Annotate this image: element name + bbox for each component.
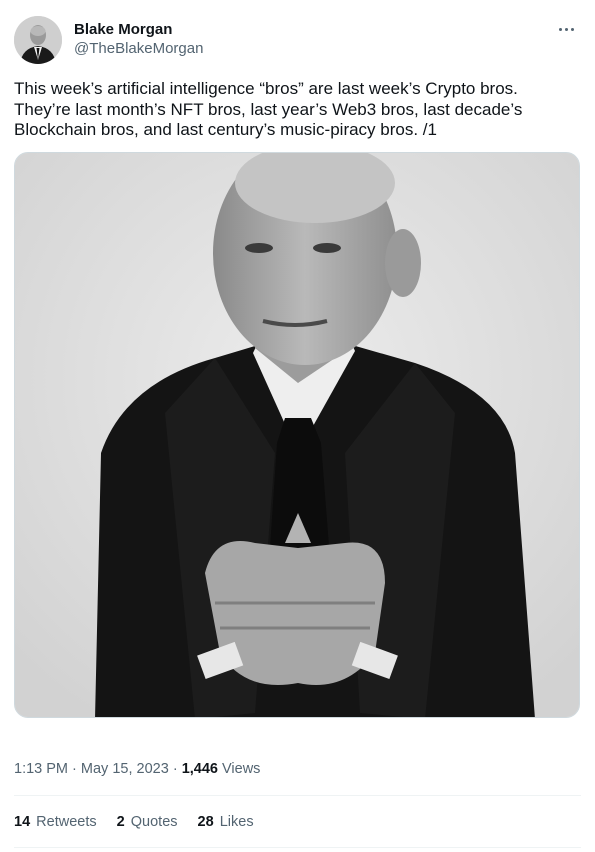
tweet: Blake Morgan @TheBlakeMorgan This week’s… <box>0 0 595 852</box>
avatar[interactable] <box>14 16 62 64</box>
likes-stat[interactable]: 28 Likes <box>198 812 254 832</box>
meta-separator: · <box>72 761 77 777</box>
tweet-time[interactable]: 1:13 PM <box>14 761 68 777</box>
quotes-label: Quotes <box>130 814 178 830</box>
meta-separator: · <box>172 761 178 777</box>
tweet-date[interactable]: May 15, 2023 <box>81 761 169 777</box>
tweet-photo[interactable] <box>14 152 580 718</box>
tweet-text: This week’s artificial intelligence “bro… <box>14 79 523 139</box>
retweets-count: 14 <box>14 814 31 830</box>
likes-label: Likes <box>219 814 254 830</box>
author-names: Blake Morgan @TheBlakeMorgan <box>74 20 203 59</box>
tweet-stats: 14 Retweets 2 Quotes 28 Likes <box>14 812 270 832</box>
divider <box>14 795 581 796</box>
views-count: 1,446 <box>181 761 218 777</box>
retweets-stat[interactable]: 14 Retweets <box>14 812 97 832</box>
quotes-count: 2 <box>116 814 125 830</box>
author-handle[interactable]: @TheBlakeMorgan <box>74 39 203 59</box>
quotes-stat[interactable]: 2 Quotes <box>117 812 178 832</box>
views-label: Views <box>222 761 261 777</box>
tweet-meta: 1:13 PM · May 15, 2023 · 1,446 Views <box>14 759 260 779</box>
tweet-header: Blake Morgan @TheBlakeMorgan <box>14 14 581 68</box>
divider <box>14 847 581 848</box>
author-display-name[interactable]: Blake Morgan <box>74 20 203 39</box>
retweets-label: Retweets <box>36 814 97 830</box>
more-horizontal-icon <box>559 28 562 31</box>
likes-count: 28 <box>197 814 214 830</box>
more-options-button[interactable] <box>553 16 581 40</box>
